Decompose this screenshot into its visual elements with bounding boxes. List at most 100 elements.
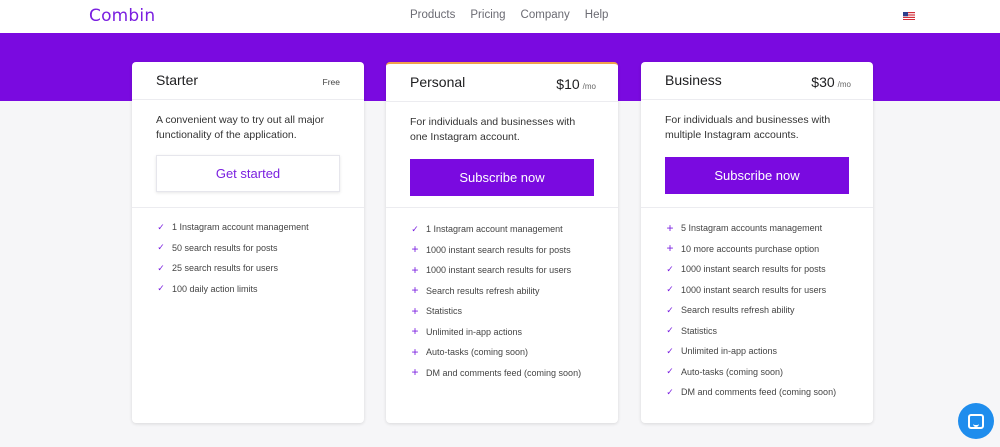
divider: [386, 207, 618, 208]
check-icon: ✓: [666, 284, 674, 295]
feature-item: + Statistics: [410, 301, 581, 322]
feature-text: 1 Instagram account management: [426, 224, 563, 235]
check-icon: ✓: [411, 223, 419, 234]
plan-description: For individuals and businesses with one …: [410, 116, 576, 143]
nav-company[interactable]: Company: [521, 9, 570, 21]
plan-price: Free: [322, 77, 340, 87]
plan-description: For individuals and businesses with mult…: [665, 114, 831, 141]
feature-item: ✓ Auto-tasks (coming soon): [665, 362, 836, 383]
plus-icon: +: [411, 324, 419, 339]
top-navigation-bar: Combin Products Pricing Company Help: [0, 0, 1000, 33]
price-amount: $10: [556, 76, 580, 92]
feature-text: 1000 instant search results for posts: [681, 264, 826, 275]
plus-icon: +: [411, 303, 419, 318]
us-flag-icon[interactable]: [903, 12, 915, 20]
plus-icon: +: [411, 344, 419, 359]
feature-item: ✓ 1 Instagram account management: [410, 219, 581, 240]
plan-header: Personal $10/mo: [386, 64, 618, 102]
feature-text: Auto-tasks (coming soon): [426, 347, 529, 358]
feature-item: + Search results refresh ability: [410, 281, 581, 302]
feature-item: ✓ 1000 instant search results for posts: [665, 259, 836, 280]
divider: [132, 207, 364, 208]
plan-name: Starter: [156, 72, 199, 88]
price-period: /mo: [582, 82, 596, 91]
check-icon: ✓: [666, 304, 674, 315]
plan-description: A convenient way to try out all major fu…: [156, 114, 325, 141]
check-icon: ✓: [157, 221, 165, 232]
subscribe-personal-button[interactable]: Subscribe now: [410, 159, 594, 196]
feature-text: Statistics: [681, 325, 718, 336]
feature-text: 1 Instagram account management: [172, 222, 309, 233]
plus-icon: +: [666, 241, 674, 256]
chat-widget-button[interactable]: [958, 403, 994, 439]
feature-item: ✓ Search results refresh ability: [665, 300, 836, 321]
feature-text: Unlimited in-app actions: [426, 326, 523, 337]
feature-list: ✓ 1 Instagram account management +1000 ins…: [410, 219, 581, 383]
price-period: /mo: [837, 80, 851, 89]
feature-text: 10 more accounts purchase option: [681, 243, 820, 254]
feature-text: Search results refresh ability: [426, 285, 540, 296]
plan-price: $30/mo: [811, 74, 851, 90]
feature-text: 50 search results for posts: [172, 242, 278, 253]
feature-item: +1000 instant search results for users: [410, 260, 581, 281]
feature-text: 1000 instant search results for posts: [426, 244, 571, 255]
plus-icon: +: [411, 365, 419, 380]
main-nav: Products Pricing Company Help: [410, 9, 608, 21]
chat-bubble-icon: [968, 413, 984, 429]
check-icon: ✓: [666, 386, 674, 397]
nav-pricing[interactable]: Pricing: [470, 9, 505, 21]
feature-text: 1000 instant search results for users: [426, 265, 572, 276]
subscribe-business-button[interactable]: Subscribe now: [665, 157, 849, 194]
feature-item: ✓ 1 Instagram account management: [156, 217, 309, 238]
feature-text: Auto-tasks (coming soon): [681, 366, 784, 377]
feature-item: ✓ DM and comments feed (coming soon): [665, 382, 836, 403]
feature-item: ✓ 1000 instant search results for users: [665, 280, 836, 301]
check-icon: ✓: [666, 366, 674, 377]
plus-icon: +: [411, 262, 419, 277]
feature-list: +5 Instagram accounts management +10 more…: [665, 218, 836, 403]
plus-icon: +: [666, 220, 674, 235]
feature-text: 100 daily action limits: [172, 283, 258, 294]
feature-list: ✓ 1 Instagram account management ✓ 50 searc…: [156, 217, 309, 300]
get-started-button[interactable]: Get started: [156, 155, 340, 192]
combin-logo[interactable]: Combin: [89, 6, 155, 26]
feature-item: +5 Instagram accounts management: [665, 218, 836, 239]
check-icon: ✓: [157, 283, 165, 294]
nav-help[interactable]: Help: [585, 9, 609, 21]
plan-name: Personal: [410, 74, 466, 90]
feature-text: DM and comments feed (coming soon): [681, 387, 837, 398]
check-icon: ✓: [157, 262, 165, 273]
feature-text: 25 search results for users: [172, 263, 279, 274]
feature-item: + Unlimited in-app actions: [410, 322, 581, 343]
check-icon: ✓: [666, 325, 674, 336]
feature-text: 1000 instant search results for users: [681, 284, 827, 295]
plan-card-business: Business $30/mo For individuals and busi…: [641, 62, 873, 423]
price-amount: $30: [811, 74, 835, 90]
feature-text: DM and comments feed (coming soon): [426, 367, 582, 378]
plus-icon: +: [411, 242, 419, 257]
plan-card-starter: Starter Free A convenient way to try out…: [132, 62, 364, 423]
feature-item: ✓ 50 search results for posts: [156, 238, 309, 259]
feature-item: +10 more accounts purchase option: [665, 239, 836, 260]
plan-card-personal: Personal $10/mo For individuals and busi…: [386, 62, 618, 423]
nav-products[interactable]: Products: [410, 9, 455, 21]
check-icon: ✓: [666, 345, 674, 356]
feature-text: Statistics: [426, 306, 463, 317]
feature-item: +1000 instant search results for posts: [410, 240, 581, 261]
divider: [641, 207, 873, 208]
feature-item: ✓ Unlimited in-app actions: [665, 341, 836, 362]
plan-price: $10/mo: [556, 76, 596, 92]
feature-text: Unlimited in-app actions: [681, 346, 778, 357]
plus-icon: +: [411, 283, 419, 298]
feature-item: ✓ 100 daily action limits: [156, 279, 309, 300]
feature-item: ✓ 25 search results for users: [156, 258, 309, 279]
plan-header: Business $30/mo: [641, 62, 873, 100]
feature-text: Search results refresh ability: [681, 305, 795, 316]
feature-item: + DM and comments feed (coming soon): [410, 363, 581, 384]
plan-name: Business: [665, 72, 722, 88]
check-icon: ✓: [157, 242, 165, 253]
feature-text: 5 Instagram accounts management: [681, 223, 823, 234]
feature-item: + Auto-tasks (coming soon): [410, 342, 581, 363]
check-icon: ✓: [666, 263, 674, 274]
feature-item: ✓ Statistics: [665, 321, 836, 342]
